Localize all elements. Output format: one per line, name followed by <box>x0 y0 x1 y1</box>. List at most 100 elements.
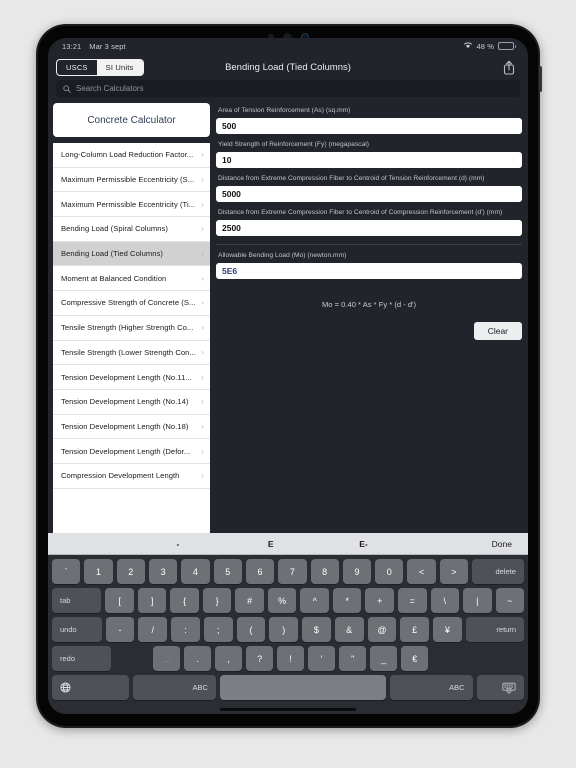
key-symbol[interactable]: ^ <box>300 588 329 613</box>
key-return[interactable]: return <box>465 617 525 642</box>
key-symbol[interactable]: ¥ <box>433 617 462 642</box>
output-allowable-bending-load[interactable]: 5E6 <box>216 262 522 279</box>
key-ABC[interactable]: ABC <box>389 675 473 700</box>
sidebar-item[interactable]: Tensile Strength (Lower Strength Con... › <box>53 340 210 366</box>
key-symbol[interactable]: | <box>463 588 492 613</box>
key-0[interactable]: 0 <box>375 559 404 584</box>
toolbar-e-minus-button[interactable]: E- <box>317 539 410 549</box>
key-symbol[interactable]: * <box>332 588 362 613</box>
sidebar-item[interactable]: Tension Development Length (No.18) › <box>53 414 210 440</box>
key-tab[interactable]: tab <box>52 588 102 613</box>
space-key[interactable] <box>219 675 386 700</box>
key-symbol[interactable]: @ <box>367 617 397 642</box>
units-segmented-control[interactable]: USCS SI Units <box>56 58 144 76</box>
label-allowable-bending-load: Allowable Bending Load (Mo) (newton.mm) <box>218 251 347 259</box>
key-ABC[interactable]: ABC <box>133 675 216 700</box>
sidebar-item[interactable]: Tensile Strength (Higher Strength Co... › <box>53 315 210 341</box>
sidebar-item[interactable]: Long-Column Load Reduction Factor... › <box>53 143 210 168</box>
sidebar-item[interactable]: Tension Development Length (No.14) › <box>53 389 210 415</box>
sidebar-item[interactable]: Compressive Strength of Concrete (S... › <box>53 291 210 316</box>
keyboard-dismiss-icon[interactable] <box>476 675 524 700</box>
volume-button[interactable] <box>539 66 542 92</box>
chevron-right-icon: › <box>201 273 204 283</box>
sidebar-item[interactable]: Bending Load (Tied Columns) › <box>53 241 210 267</box>
sidebar-item-label: Tension Development Length (No.18) <box>61 421 189 431</box>
key-[interactable]: ! <box>277 646 305 671</box>
key-symbol[interactable]: ; <box>203 617 233 642</box>
key-symbol[interactable]: # <box>235 588 264 613</box>
key-1[interactable]: 1 <box>84 559 113 584</box>
key-[interactable]: ? <box>246 646 274 671</box>
key-[interactable]: ... <box>153 646 181 671</box>
key-symbol[interactable]: / <box>138 617 168 642</box>
sidebar-item[interactable]: Tension Development Length (Defor... › <box>53 439 210 464</box>
clear-button[interactable]: Clear <box>473 321 522 340</box>
key-4[interactable]: 4 <box>181 559 210 584</box>
input-distance-tension-centroid[interactable]: 5000 <box>216 185 522 202</box>
key-5[interactable]: 5 <box>213 559 242 584</box>
key-symbol[interactable]: $ <box>302 617 331 642</box>
chevron-right-icon: › <box>201 421 204 431</box>
segment-si-units[interactable]: SI Units <box>96 59 143 75</box>
globe-icon[interactable] <box>52 675 130 700</box>
segment-uscs[interactable]: USCS <box>57 60 97 75</box>
key-symbol[interactable]: { <box>170 588 199 613</box>
sidebar-list[interactable]: Long-Column Load Reduction Factor... › Max… <box>53 143 210 533</box>
key-3[interactable]: 3 <box>148 559 178 584</box>
keyboard-row: ABC ABC <box>52 675 524 700</box>
key-symbol[interactable]: - <box>105 617 135 642</box>
input-yield-strength[interactable]: 10 <box>216 151 522 168</box>
sidebar-item[interactable]: Maximum Permissible Eccentricity (Ti... › <box>53 192 210 218</box>
sidebar-item[interactable]: Compression Development Length › <box>53 463 210 489</box>
sidebar-item-label: Maximum Permissible Eccentricity (Ti... <box>61 199 196 209</box>
key-symbol[interactable]: : <box>171 617 200 642</box>
key-symbol[interactable]: > <box>439 559 469 584</box>
key-symbol[interactable]: ` <box>52 559 81 584</box>
key-symbol[interactable]: \ <box>430 588 460 613</box>
field-group-d-prime: Distance from Extreme Compression Fiber … <box>216 209 522 243</box>
sidebar-item-label: Compressive Strength of Concrete (S... <box>61 298 196 308</box>
input-distance-compression-centroid[interactable]: 2500 <box>216 219 522 236</box>
key-[interactable]: € <box>401 646 429 671</box>
search-input[interactable]: Search Calculators <box>56 80 520 97</box>
key-[interactable]: . <box>184 646 212 671</box>
key-[interactable]: , <box>215 646 243 671</box>
key-6[interactable]: 6 <box>245 559 275 584</box>
key-[interactable]: _ <box>370 646 398 671</box>
sidebar-item[interactable]: Bending Load (Spiral Columns) › <box>53 217 210 242</box>
key-7[interactable]: 7 <box>278 559 307 584</box>
key-8[interactable]: 8 <box>310 559 339 584</box>
key-symbol[interactable]: ( <box>236 617 266 642</box>
key-redo[interactable]: redo <box>52 646 112 671</box>
toolbar-minus-button[interactable]: - <box>132 539 225 549</box>
key-2[interactable]: 2 <box>116 559 145 584</box>
key-symbol[interactable]: = <box>397 588 427 613</box>
toolbar-done-button[interactable]: Done <box>410 539 528 549</box>
key-[interactable]: " <box>339 646 367 671</box>
toolbar-e-button[interactable]: E <box>224 539 317 549</box>
key-symbol[interactable]: } <box>202 588 232 613</box>
key-symbol[interactable]: £ <box>400 617 429 642</box>
key-symbol[interactable]: & <box>334 617 364 642</box>
key-undo[interactable]: undo <box>52 617 102 642</box>
share-button[interactable] <box>498 56 520 78</box>
key-symbol[interactable]: < <box>407 559 436 584</box>
sidebar-item[interactable]: Moment at Balanced Condition › <box>53 266 210 292</box>
key-symbol[interactable]: % <box>267 588 297 613</box>
key-delete[interactable]: delete <box>472 559 524 584</box>
key-symbol[interactable]: ) <box>269 617 299 642</box>
chevron-right-icon: › <box>201 471 204 481</box>
key-symbol[interactable]: ] <box>137 588 167 613</box>
key-symbol[interactable]: + <box>365 588 394 613</box>
sidebar-item-label: Tension Development Length (No.14) <box>61 397 189 407</box>
sidebar-item[interactable]: Maximum Permissible Eccentricity (S... › <box>53 167 210 193</box>
key-[interactable]: ' <box>308 646 336 671</box>
key-9[interactable]: 9 <box>342 559 372 584</box>
sidebar-item[interactable]: Tension Development Length (No.11... › <box>53 365 210 390</box>
sidebar-header-concrete-calculator[interactable]: Concrete Calculator <box>53 103 210 137</box>
home-indicator[interactable] <box>220 708 356 711</box>
input-area-of-tension-reinforcement[interactable]: 500 <box>216 117 522 134</box>
key-symbol[interactable]: [ <box>105 588 134 613</box>
key-symbol[interactable]: ~ <box>495 588 525 613</box>
sidebar-item-label: Tension Development Length (Defor... <box>61 446 191 456</box>
